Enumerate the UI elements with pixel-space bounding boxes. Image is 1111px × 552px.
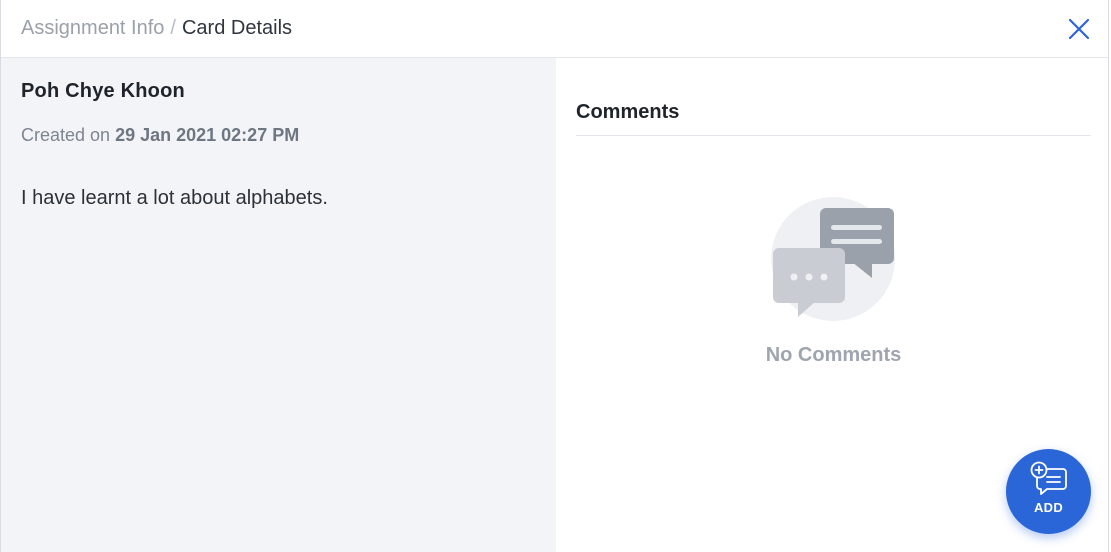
- close-button[interactable]: [1064, 14, 1094, 44]
- card-details-modal: Assignment Info / Card Details Poh Chye Kh…: [0, 0, 1109, 552]
- created-timestamp: Created on 29 Jan 2021 02:27 PM: [21, 125, 299, 146]
- card-body-text: I have learnt a lot about alphabets.: [21, 187, 328, 209]
- add-comment-button[interactable]: ADD: [1006, 449, 1091, 534]
- comments-title: Comments: [576, 101, 680, 123]
- add-comment-icon: [1030, 461, 1067, 495]
- author-name: Poh Chye Khoon: [21, 80, 185, 102]
- add-button-label: ADD: [1033, 500, 1064, 515]
- modal-header: Assignment Info / Card Details: [1, 0, 1108, 58]
- breadcrumb-card-details: Card Details: [181, 17, 293, 39]
- breadcrumb-separator: /: [170, 17, 176, 39]
- close-icon: [1068, 18, 1090, 40]
- card-content-pane: Poh Chye Khoon Created on 29 Jan 2021 02…: [1, 58, 556, 552]
- created-date: 29 Jan 2021 02:27 PM: [115, 125, 300, 145]
- breadcrumb: Assignment Info / Card Details: [21, 14, 292, 42]
- chat-bubbles-icon: [768, 196, 898, 326]
- comments-divider: [576, 135, 1091, 136]
- no-comments-text: No Comments: [765, 344, 902, 366]
- created-prefix: Created on: [21, 125, 111, 145]
- breadcrumb-assignment-info[interactable]: Assignment Info: [21, 17, 164, 39]
